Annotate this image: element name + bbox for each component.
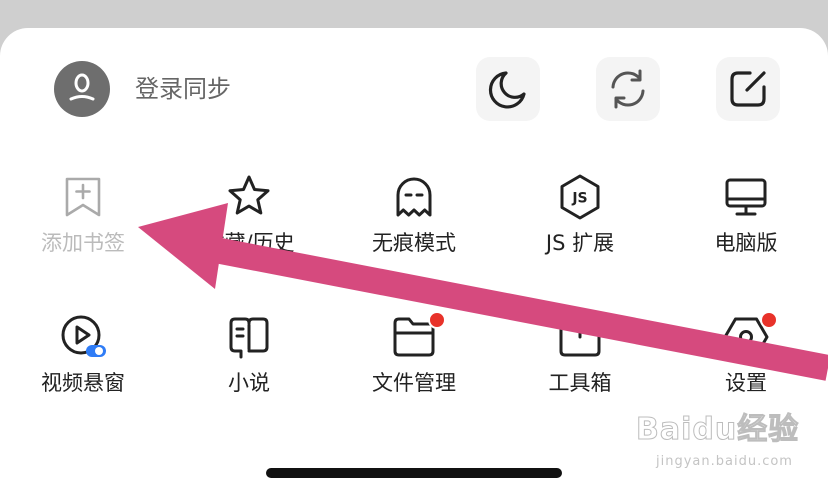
- desktop-version-item[interactable]: 电脑版: [666, 173, 826, 273]
- item-label: 视频悬窗: [41, 371, 125, 395]
- js-extension-item[interactable]: JS JS 扩展: [500, 173, 660, 273]
- item-label: 收藏/历史: [203, 231, 295, 255]
- item-label: 添加书签: [41, 231, 125, 255]
- svg-text:JS: JS: [571, 191, 587, 207]
- toolbox-item[interactable]: 工具箱: [500, 313, 660, 413]
- edit-icon: [730, 71, 766, 107]
- notification-badge: [428, 311, 446, 329]
- settings-item[interactable]: 设置: [666, 311, 826, 413]
- notification-badge: [760, 311, 778, 329]
- favorites-history-item[interactable]: 收藏/历史: [169, 173, 329, 273]
- moon-icon: [488, 71, 526, 109]
- sync-button[interactable]: [596, 57, 660, 121]
- bookmark-add-icon: [59, 173, 107, 221]
- ghost-icon: [390, 173, 438, 221]
- item-label: JS 扩展: [545, 231, 615, 255]
- star-icon: [225, 173, 273, 221]
- monitor-icon: [722, 173, 770, 221]
- home-indicator[interactable]: [266, 468, 562, 478]
- item-label: 小说: [228, 371, 270, 395]
- avatar[interactable]: [54, 61, 110, 117]
- incognito-item[interactable]: 无痕模式: [334, 173, 494, 273]
- user-icon: [69, 73, 95, 101]
- book-icon: [225, 313, 273, 361]
- menu-sheet: 登录同步 添加书签 收藏/历史 无痕模式 JS JS 扩展 电脑版 视频悬窗 小…: [0, 28, 828, 495]
- novel-item[interactable]: 小说: [169, 313, 329, 413]
- js-extension-icon: JS: [556, 173, 604, 221]
- item-label: 设置: [725, 371, 767, 395]
- login-sync-label[interactable]: 登录同步: [135, 74, 231, 104]
- item-label: 工具箱: [548, 371, 612, 395]
- edit-button[interactable]: [716, 57, 780, 121]
- toolbox-icon: [556, 313, 604, 361]
- night-mode-button[interactable]: [476, 57, 540, 121]
- video-float-item[interactable]: 视频悬窗: [3, 313, 163, 413]
- account-row: 登录同步: [0, 28, 828, 148]
- item-label: 文件管理: [372, 371, 456, 395]
- item-label: 无痕模式: [372, 231, 456, 255]
- sync-icon: [611, 69, 645, 109]
- video-float-icon: [59, 313, 107, 361]
- add-bookmark-item[interactable]: 添加书签: [3, 173, 163, 273]
- file-manager-item[interactable]: 文件管理: [334, 311, 494, 413]
- item-label: 电脑版: [714, 231, 778, 255]
